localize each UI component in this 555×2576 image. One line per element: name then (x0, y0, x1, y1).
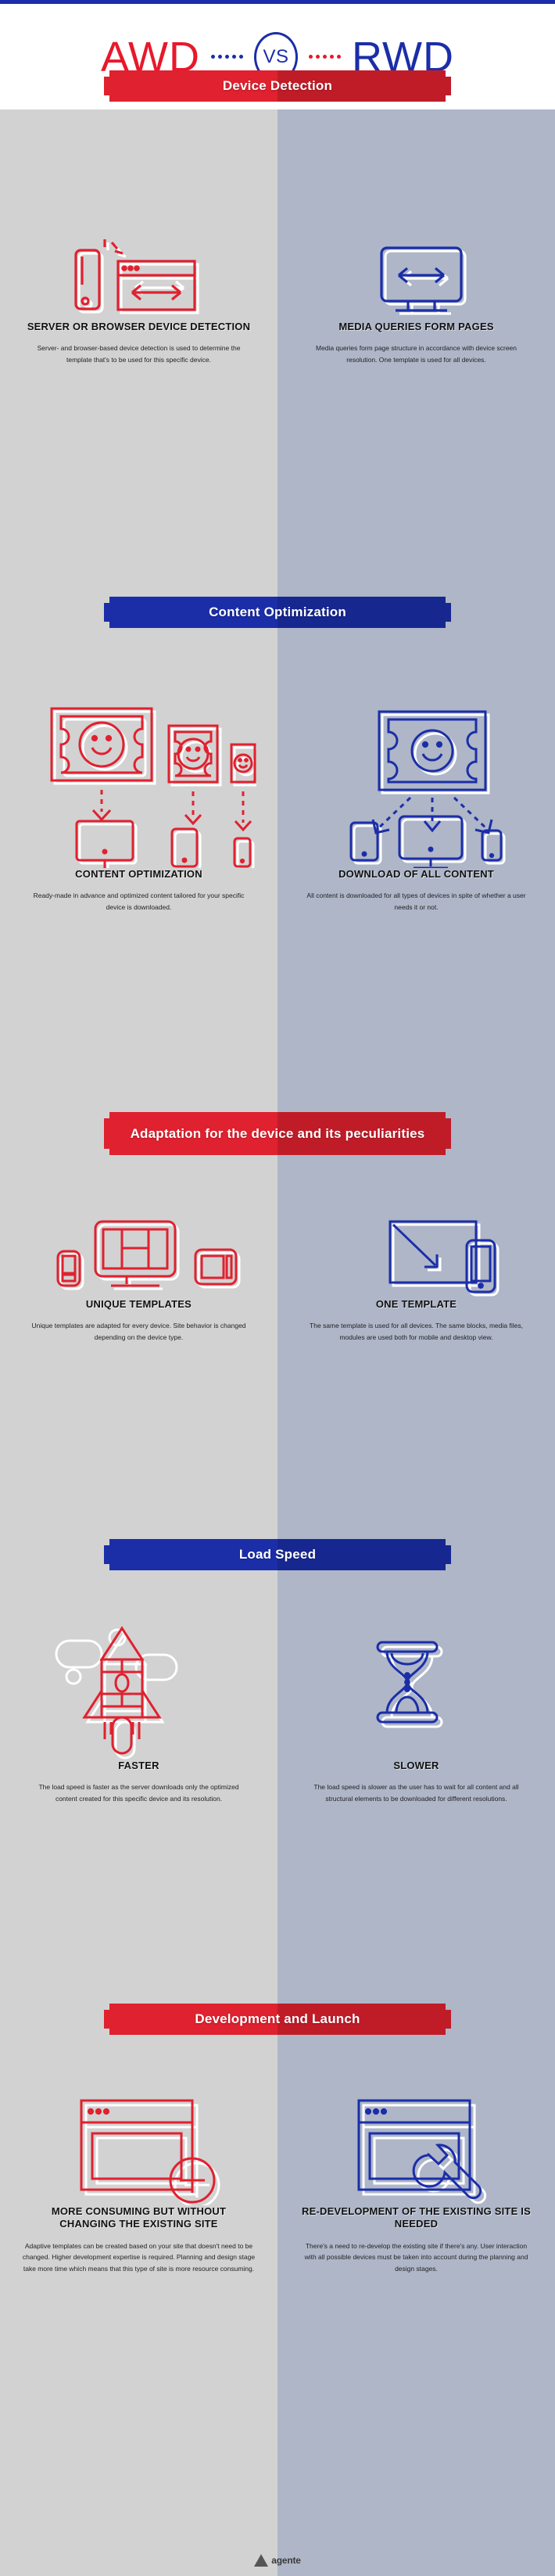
cell-awd-faster: FASTER The load speed is faster as the s… (0, 1619, 278, 1805)
cell-body: Server- and browser-based device detecti… (37, 344, 241, 364)
dots-right-icon (303, 55, 347, 59)
three-sized-images-to-devices-icon (0, 688, 278, 868)
cell-title: ONE TEMPLATE (375, 1298, 457, 1310)
one-image-to-all-devices-icon (278, 688, 555, 868)
cell-title: DOWNLOAD OF ALL CONTENT (338, 868, 494, 880)
cell-body: Media queries form page structure in acc… (315, 344, 517, 364)
cell-awd-device-detection: SERVER OR BROWSER DEVICE DETECTION Serve… (0, 235, 278, 366)
section-banner-device-detection: Device Detection (104, 70, 451, 102)
cell-awd-content-optimization: CONTENT OPTIMIZATION Ready-made in advan… (0, 688, 278, 913)
vs-label: VS (263, 45, 289, 67)
agente-triangle-icon (254, 2554, 269, 2567)
dots-left-icon (205, 55, 249, 59)
cell-title: CONTENT OPTIMIZATION (75, 868, 202, 880)
section-banner-load-speed: Load Speed (104, 1539, 451, 1570)
cell-title: MEDIA QUERIES FORM PAGES (338, 321, 494, 332)
browser-window-wrench-icon (278, 2080, 555, 2205)
browser-window-plus-icon (0, 2080, 278, 2205)
cell-body: The load speed is slower as the user has… (313, 1783, 519, 1803)
cell-awd-more-consuming: MORE CONSUMING BUT WITHOUT CHANGING THE … (0, 2080, 278, 2275)
cell-body: Ready-made in advance and optimized cont… (33, 892, 245, 912)
cell-body: There's a need to re-develop the existin… (304, 2241, 528, 2273)
cell-title: FASTER (118, 1760, 159, 1771)
scaling-screen-to-phone-icon (278, 1204, 555, 1298)
cell-rwd-download-all-content: DOWNLOAD OF ALL CONTENT All content is d… (278, 688, 555, 913)
rocket-icon (0, 1619, 278, 1760)
cell-body: The load speed is faster as the server d… (38, 1783, 239, 1803)
cell-title: UNIQUE TEMPLATES (85, 1298, 192, 1310)
cell-awd-unique-templates: UNIQUE TEMPLATES Unique templates are ad… (0, 1204, 278, 1344)
monitor-resize-arrows-icon (278, 235, 555, 321)
cell-body: All content is downloaded for all types … (306, 892, 526, 912)
footer-logo: agente (0, 2545, 555, 2576)
cell-title: SERVER OR BROWSER DEVICE DETECTION (27, 321, 251, 332)
cell-rwd-one-template: ONE TEMPLATE The same template is used f… (278, 1204, 555, 1344)
cell-title: SLOWER (393, 1760, 439, 1771)
multiple-device-templates-icon (0, 1204, 278, 1298)
section-banner-content-optimization: Content Optimization (104, 597, 451, 628)
cell-body: Unique templates are adapted for every d… (31, 1322, 246, 1342)
cell-rwd-redevelopment: RE-DEVELOPMENT OF THE EXISTING SITE IS N… (278, 2080, 555, 2275)
section-banner-adaptation: Adaptation for the device and its peculi… (104, 1112, 451, 1155)
phone-and-browser-window-icon (0, 235, 278, 321)
cell-body: Adaptive templates can be created based … (22, 2241, 256, 2273)
cell-rwd-media-queries: MEDIA QUERIES FORM PAGES Media queries f… (278, 235, 555, 366)
section-banner-development-launch: Development and Launch (104, 2004, 451, 2035)
cell-body: The same template is used for all device… (310, 1322, 523, 1342)
agente-logo-text: agente (271, 2555, 301, 2566)
cell-title: RE-DEVELOPMENT OF THE EXISTING SITE IS N… (302, 2205, 531, 2230)
hourglass-icon (278, 1619, 555, 1760)
cell-title: MORE CONSUMING BUT WITHOUT CHANGING THE … (51, 2205, 227, 2230)
cell-rwd-slower: SLOWER The load speed is slower as the u… (278, 1619, 555, 1805)
